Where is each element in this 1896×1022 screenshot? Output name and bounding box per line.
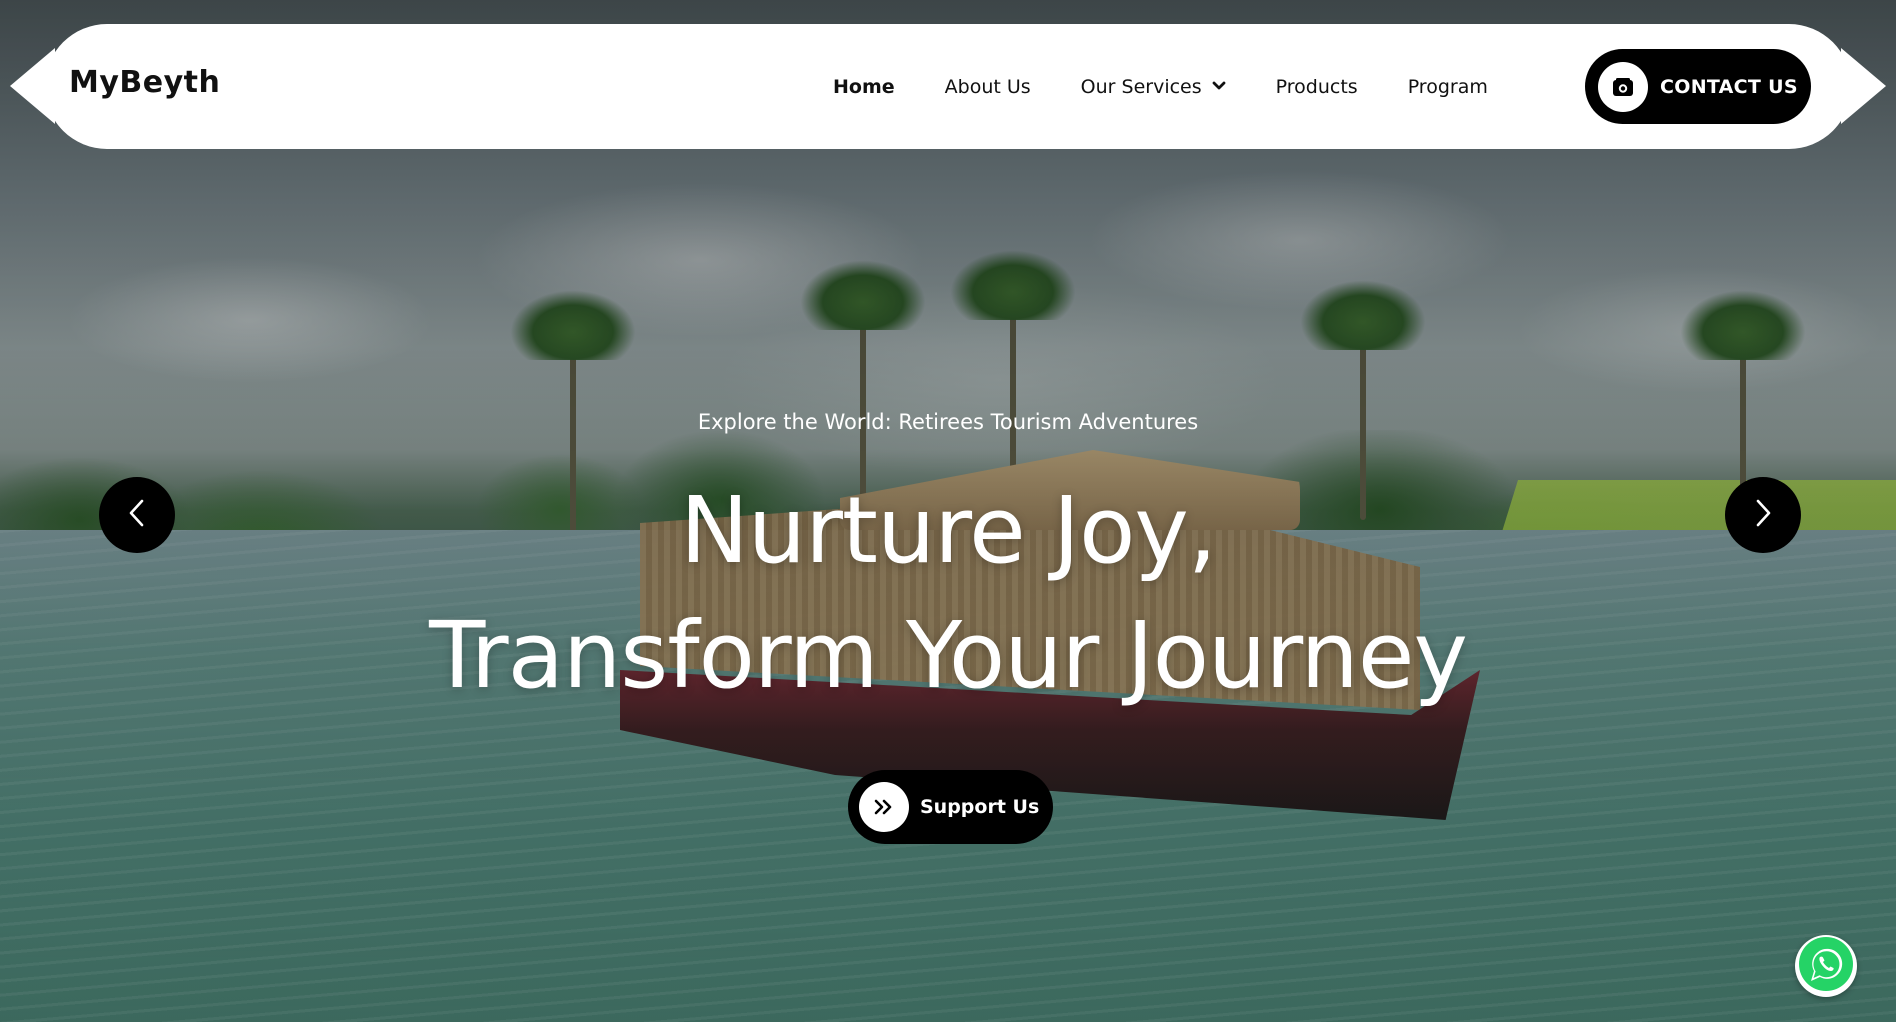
site-logo[interactable]: MyBeyth (69, 65, 220, 100)
nav-item-home[interactable]: Home (833, 76, 895, 98)
chevron-right-icon (1753, 498, 1773, 532)
nav-item-label: Program (1407, 75, 1488, 98)
camera-icon (1598, 61, 1648, 112)
contact-us-label: CONTACT US (1660, 75, 1798, 98)
double-chevron-right-icon (859, 782, 909, 832)
nav-item-label: About Us (944, 75, 1031, 98)
slider-prev-button[interactable] (99, 477, 175, 553)
hero-headline-line-1: Nurture Joy, (679, 477, 1217, 584)
header-bar: MyBeyth Home About Us Our Services Produ… (10, 24, 1886, 149)
nav-item-label: Products (1275, 75, 1358, 98)
support-us-label: Support Us (920, 796, 1040, 818)
nav-item-label: Home (833, 75, 895, 98)
whatsapp-chat-button[interactable] (1795, 935, 1857, 997)
nav-item-products[interactable]: Products (1276, 76, 1358, 98)
slider-next-button[interactable] (1725, 477, 1801, 553)
chevron-down-icon (1212, 80, 1226, 95)
hero-tagline: Explore the World: Retirees Tourism Adve… (697, 410, 1199, 434)
chevron-left-icon (127, 498, 147, 532)
support-us-button[interactable]: Support Us (848, 770, 1053, 844)
whatsapp-icon (1797, 935, 1855, 997)
hero-headline-line-2: Transform Your Journey (429, 602, 1468, 709)
nav-item-about-us[interactable]: About Us (945, 76, 1031, 98)
main-nav: Home About Us Our Services Products Prog… (833, 24, 1488, 149)
nav-item-program[interactable]: Program (1408, 76, 1488, 98)
contact-us-button[interactable]: CONTACT US (1585, 49, 1811, 124)
nav-item-label: Our Services (1080, 75, 1202, 98)
nav-item-our-services[interactable]: Our Services (1081, 76, 1226, 98)
